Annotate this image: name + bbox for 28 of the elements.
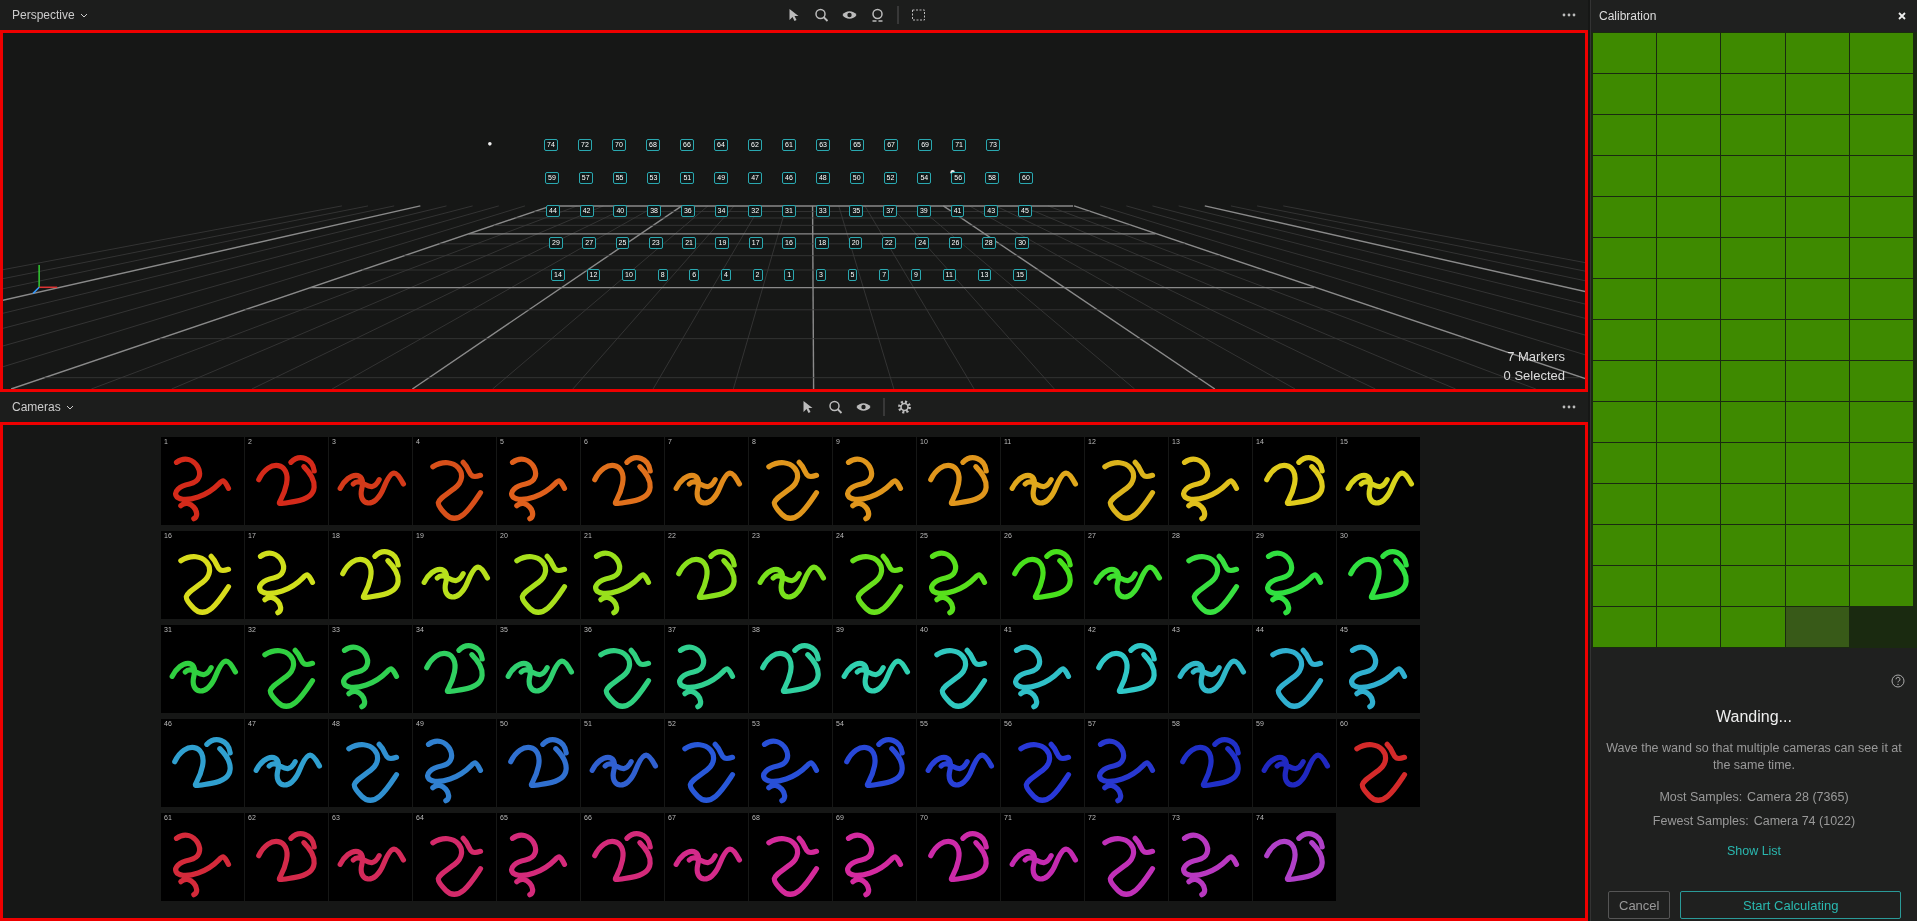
orbit-tool-icon[interactable]: [869, 7, 886, 23]
cancel-button[interactable]: Cancel: [1608, 891, 1671, 919]
selection-box-icon[interactable]: [910, 7, 927, 23]
close-icon[interactable]: [1897, 11, 1907, 21]
selected-count: 0 Selected: [1503, 368, 1565, 383]
zoom-tool-icon[interactable]: [827, 399, 844, 415]
perspective-viewport[interactable]: [0, 30, 1588, 392]
caret-icon: [79, 12, 88, 18]
instruction-text: Wave the wand so that multiple cameras can see it at the same time.: [1605, 740, 1903, 774]
status-heading: Wanding...: [1716, 708, 1792, 726]
view-dropdown[interactable]: Cameras: [8, 398, 78, 416]
panel-title: Calibration: [1599, 9, 1657, 23]
marker-count: 7 Markers: [1507, 349, 1565, 364]
help-icon[interactable]: [1891, 674, 1905, 688]
marker-dot-icon: [488, 142, 492, 146]
start-calculating-button[interactable]: Start Calculating: [1680, 891, 1901, 919]
settings-icon[interactable]: [896, 399, 913, 415]
stat-value: Camera 28 (7365): [1747, 790, 1849, 804]
view-dropdown[interactable]: Perspective: [8, 6, 92, 24]
axis-gizmo-icon: [32, 264, 58, 295]
caret-icon: [65, 404, 74, 410]
more-options-icon[interactable]: [1562, 13, 1576, 17]
more-options-icon[interactable]: [1562, 405, 1576, 409]
stat-label: Fewest Samples:: [1652, 814, 1749, 828]
show-list-link[interactable]: Show List: [1726, 844, 1782, 858]
stat-value: Camera 74 (1022): [1753, 814, 1856, 828]
stat-label: Most Samples:: [1659, 790, 1743, 804]
zoom-tool-icon[interactable]: [813, 7, 830, 23]
